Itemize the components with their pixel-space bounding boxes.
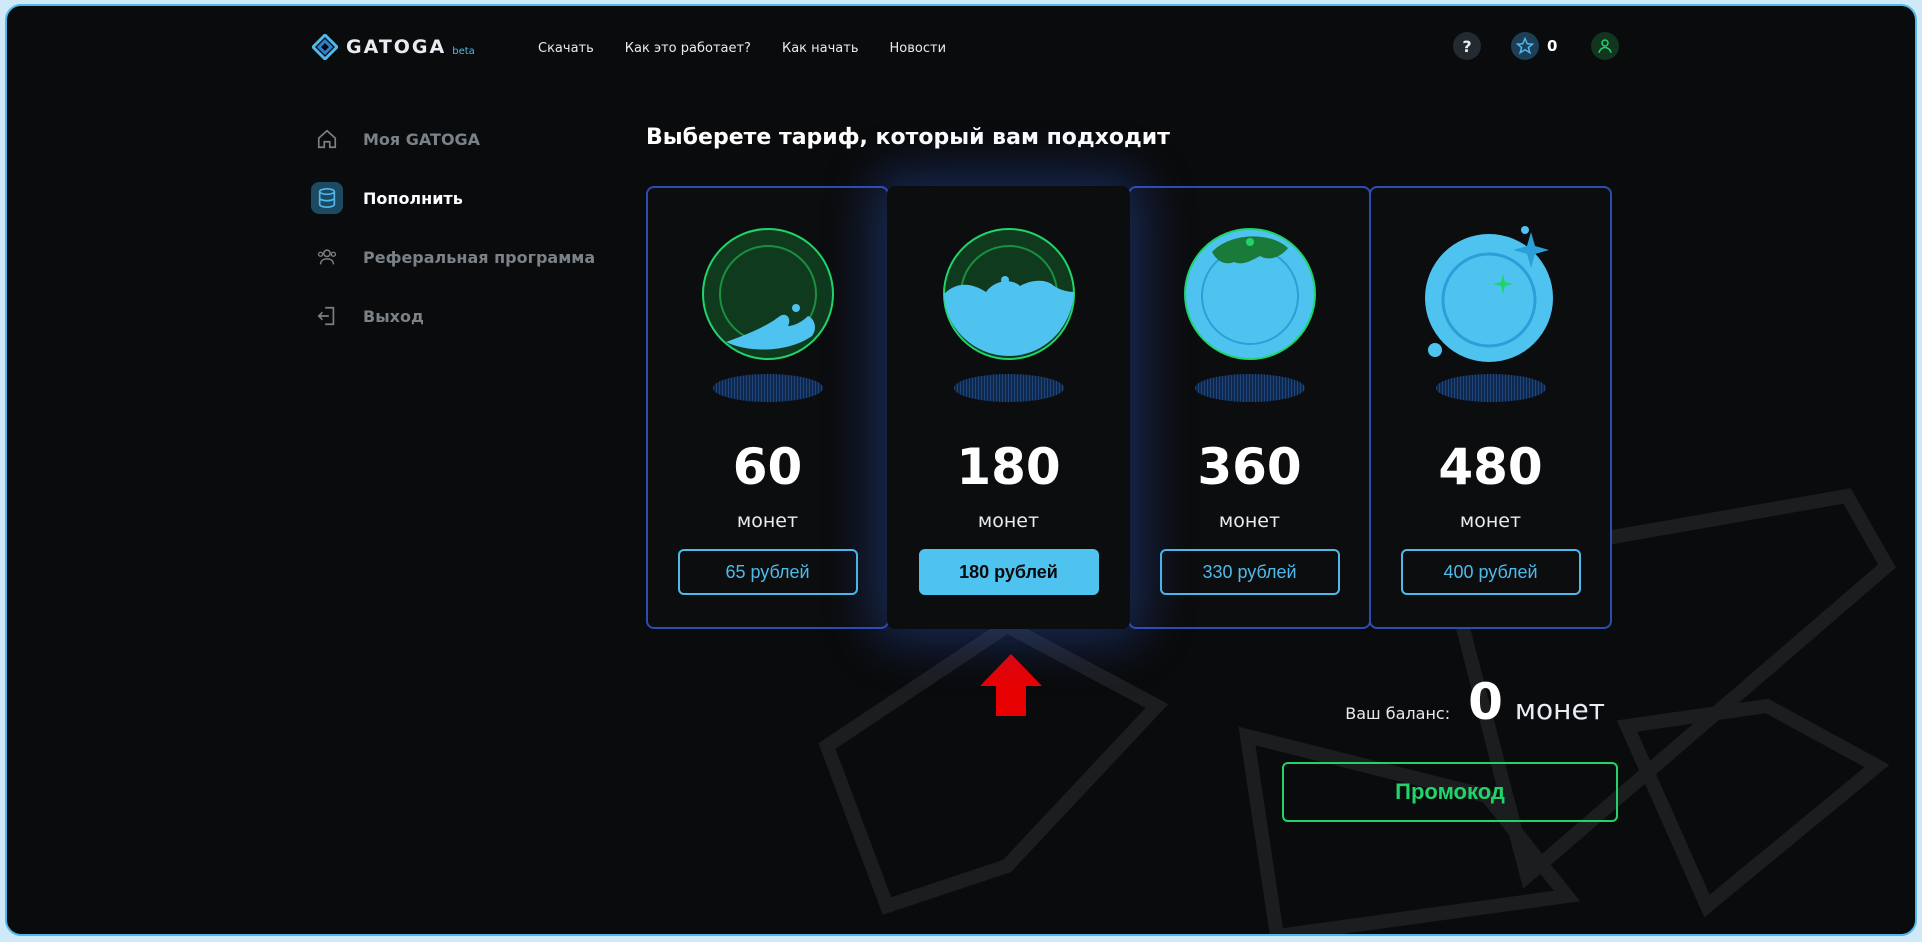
nav-how-to-start[interactable]: Как начать [782, 41, 859, 56]
home-icon [311, 123, 343, 155]
plan-price-button[interactable]: 65 рублей [677, 549, 858, 595]
balance-unit: монет [1514, 693, 1605, 726]
plan-card[interactable]: 60 монет 65 рублей [646, 186, 889, 629]
stars-button[interactable] [1511, 32, 1539, 60]
plan-amount: 60 [732, 438, 803, 496]
user-icon [1598, 39, 1613, 53]
plan-price-button[interactable]: 400 рублей [1400, 549, 1581, 595]
plan-card-highlighted[interactable]: 180 монет 180 рублей [887, 186, 1130, 629]
promo-code-button[interactable]: Промокод [1282, 762, 1618, 822]
orb-shadow [953, 374, 1064, 402]
plan-unit: монет [977, 510, 1040, 532]
help-button[interactable]: ? [1453, 32, 1481, 60]
sidebar-item-label: Реферальная программа [363, 247, 596, 267]
balance-label: Ваш баланс: [1345, 704, 1451, 723]
orb-shadow [712, 374, 823, 402]
orb-shadow [1435, 374, 1546, 402]
sidebar-item-top-up[interactable]: Пополнить [311, 182, 595, 214]
plan-unit: монет [1459, 510, 1522, 532]
logout-icon [311, 300, 343, 332]
coin-orb-large-icon [1183, 228, 1316, 360]
coin-orb-medium-icon [942, 228, 1075, 360]
plan-amount: 180 [956, 438, 1061, 496]
logo-text: GATOGA [346, 36, 447, 58]
plan-card[interactable]: 360 монет 330 рублей [1128, 186, 1371, 629]
orb-shadow [1194, 374, 1305, 402]
arrow-up-icon [980, 654, 1042, 716]
plan-price-button[interactable]: 330 рублей [1159, 549, 1340, 595]
star-icon [1516, 37, 1534, 55]
nav-news[interactable]: Новости [890, 41, 947, 56]
sidebar-item-label: Выход [363, 306, 424, 326]
beta-badge: beta [452, 45, 475, 57]
users-icon [311, 241, 343, 273]
sidebar-item-referral[interactable]: Реферальная программа [311, 241, 595, 273]
plan-cards: 60 монет 65 рублей 180 монет 180 рублей [646, 186, 1612, 629]
page-title: Выберете тариф, который вам подходит [646, 125, 1170, 150]
coin-orb-small-icon [701, 228, 834, 360]
plan-unit: монет [1218, 510, 1281, 532]
plan-price-button[interactable]: 180 рублей [918, 549, 1099, 595]
sidebar-item-logout[interactable]: Выход [311, 300, 595, 332]
app-window: GATOGA beta Скачать Как это работает? Ка… [5, 4, 1917, 936]
plan-unit: монет [736, 510, 799, 532]
logo-icon [312, 34, 338, 60]
plan-amount: 480 [1438, 438, 1543, 496]
sidebar: Моя GATOGA Пополнить Реферальная програм… [311, 123, 595, 359]
help-icon: ? [1462, 36, 1472, 56]
logo[interactable]: GATOGA beta [312, 34, 475, 60]
balance-value: 0 [1468, 673, 1503, 731]
sidebar-item-my-gatoga[interactable]: Моя GATOGA [311, 123, 595, 155]
balance: Ваш баланс: 0 монет [1345, 673, 1605, 731]
stars-count: 0 [1547, 37, 1558, 55]
header-actions: ? 0 [1453, 32, 1620, 60]
plan-amount: 360 [1197, 438, 1302, 496]
top-nav: Скачать Как это работает? Как начать Нов… [538, 41, 946, 56]
sidebar-item-label: Пополнить [363, 188, 463, 208]
coin-orb-sparkle-icon [1424, 226, 1553, 362]
profile-button[interactable] [1591, 32, 1620, 60]
nav-download[interactable]: Скачать [538, 41, 594, 56]
database-icon [311, 182, 343, 214]
sidebar-item-label: Моя GATOGA [363, 129, 481, 149]
plan-card[interactable]: 480 монет 400 рублей [1369, 186, 1612, 629]
nav-how-it-works[interactable]: Как это работает? [625, 41, 751, 56]
